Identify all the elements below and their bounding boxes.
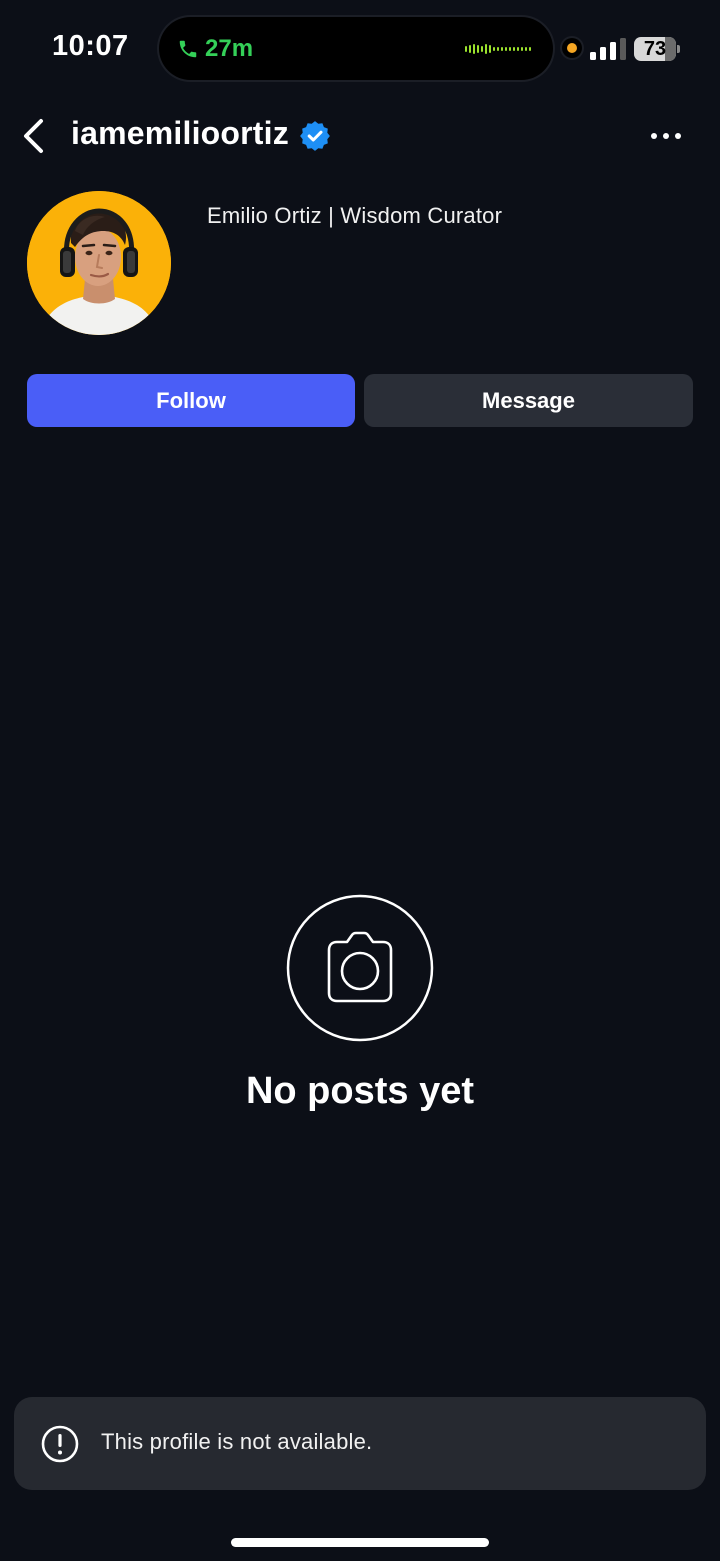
empty-state-title: No posts yet xyxy=(245,1070,475,1112)
recording-indicator-icon xyxy=(562,38,582,58)
more-options-icon[interactable] xyxy=(646,121,686,151)
follow-button[interactable]: Follow xyxy=(27,374,355,427)
unavailable-toast: This profile is not available. xyxy=(14,1397,706,1490)
status-time: 10:07 xyxy=(52,30,129,62)
dynamic-island-call[interactable]: 27m xyxy=(159,17,553,80)
call-duration: 27m xyxy=(205,35,254,62)
verified-badge-icon xyxy=(300,121,330,151)
exclamation-circle-icon xyxy=(41,1425,79,1463)
message-button[interactable]: Message xyxy=(364,374,693,427)
battery-percent: 73 xyxy=(643,38,667,60)
toast-message: This profile is not available. xyxy=(101,1429,373,1454)
cellular-signal-icon xyxy=(590,38,626,60)
profile-display-name: Emilio Ortiz | Wisdom Curator xyxy=(207,203,503,228)
home-indicator[interactable] xyxy=(231,1538,489,1547)
phone-icon xyxy=(179,40,197,58)
avatar-photo xyxy=(27,191,171,335)
back-chevron-icon[interactable] xyxy=(14,112,54,160)
profile-avatar[interactable] xyxy=(27,191,171,335)
battery-icon: 73 xyxy=(634,37,680,61)
camera-icon xyxy=(286,894,434,1042)
profile-username: iamemilioortiz xyxy=(71,115,289,151)
audio-waveform-icon xyxy=(465,44,531,54)
